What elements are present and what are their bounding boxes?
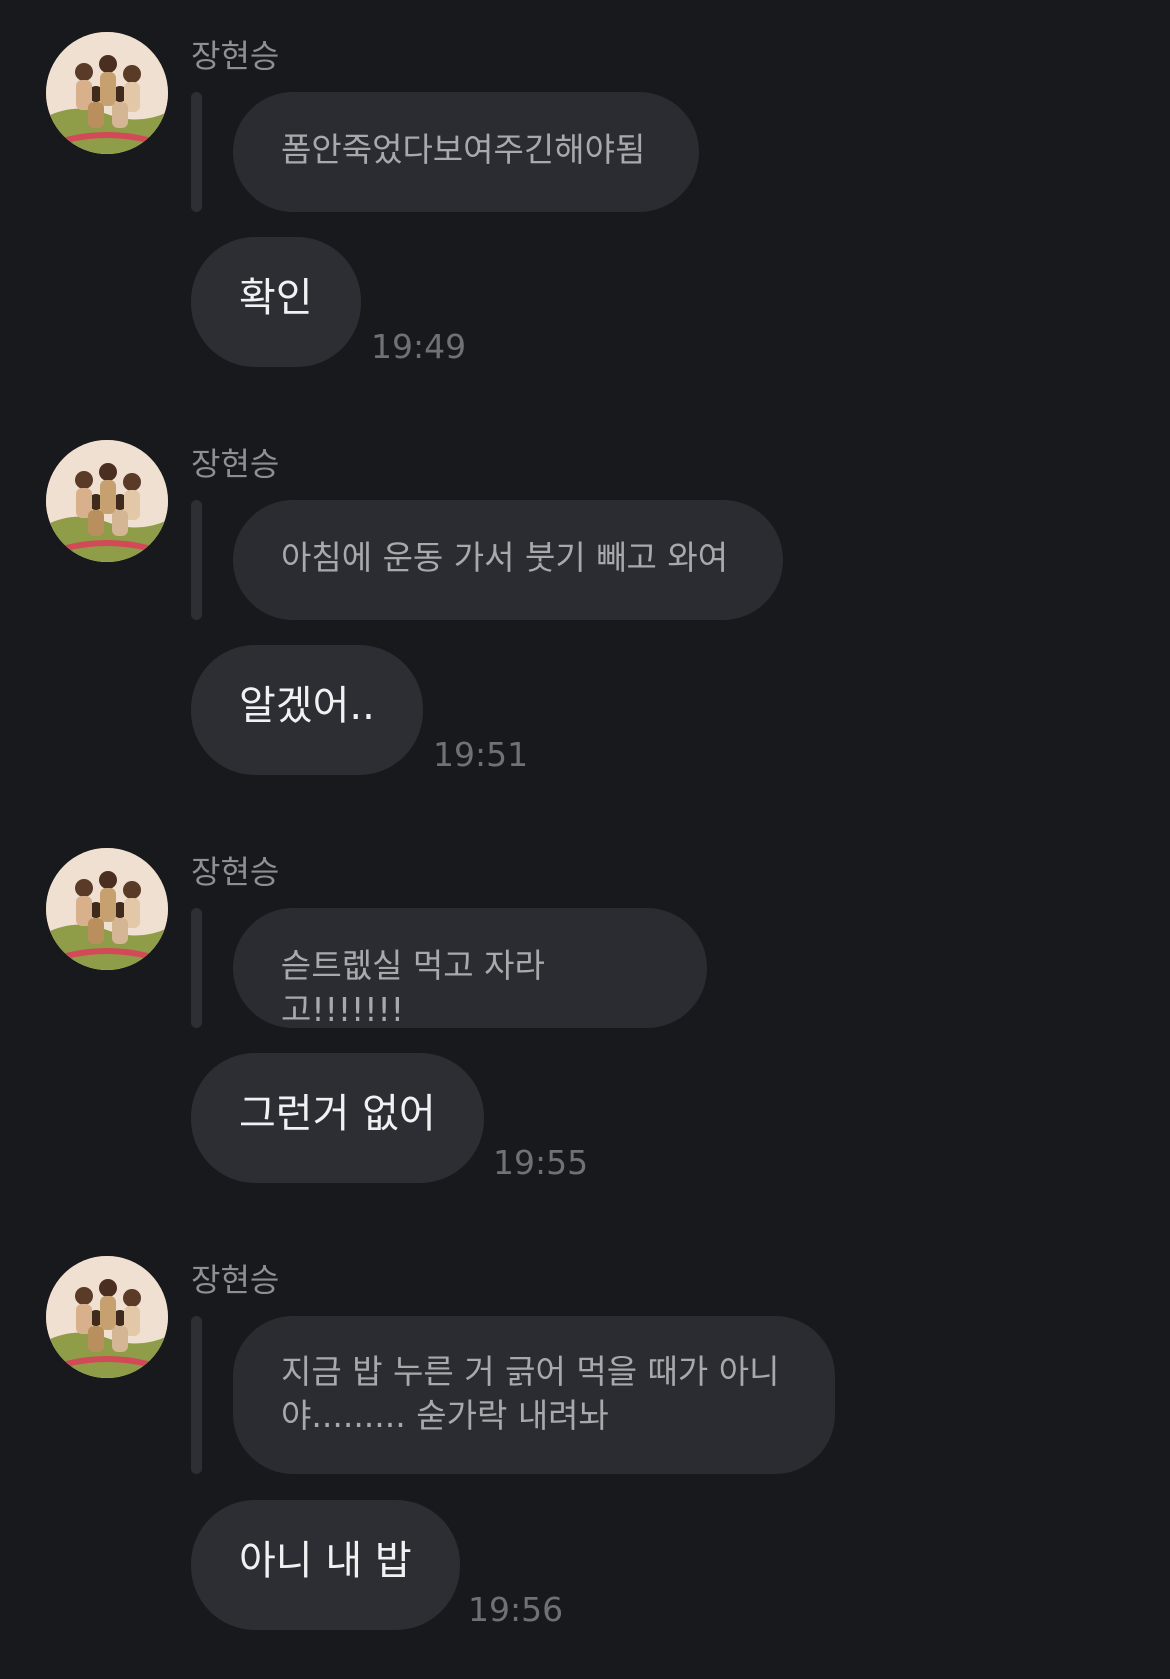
quoted-message[interactable]: 지금 밥 누른 거 긁어 먹을 때가 아니 야......... 숟가락 내려놔	[233, 1316, 835, 1474]
sender-avatar[interactable]	[46, 440, 168, 562]
message-time: 19:51	[433, 735, 529, 774]
sender-name: 장현승	[191, 445, 280, 483]
sender-name: 장현승	[191, 1261, 280, 1299]
message-time: 19:55	[493, 1143, 589, 1182]
sender-name: 장현승	[191, 853, 280, 891]
sender-avatar[interactable]	[46, 1256, 168, 1378]
message-bubble[interactable]: 알겠어..	[191, 645, 423, 775]
reply-indicator-bar	[191, 500, 202, 620]
quoted-message[interactable]: 폼안죽었다보여주긴해야됨	[233, 92, 699, 212]
message-bubble[interactable]: 그런거 없어	[191, 1053, 484, 1183]
sender-name: 장현승	[191, 37, 280, 75]
quoted-message-line-2: 야......... 숟가락 내려놔	[281, 1396, 609, 1435]
sender-avatar[interactable]	[46, 32, 168, 154]
quoted-message-line-1: 지금 밥 누른 거 긁어 먹을 때가 아니	[281, 1352, 780, 1391]
message-time: 19:56	[468, 1590, 564, 1629]
quoted-message[interactable]: 슫트렚실 먹고 자라고!!!!!!!	[233, 908, 707, 1029]
quoted-message[interactable]: 아침에 운동 가서 붓기 빼고 와여	[233, 500, 783, 620]
avatar-photo-icon	[46, 440, 168, 562]
reply-indicator-bar	[191, 92, 202, 212]
avatar-photo-icon	[46, 848, 168, 970]
reply-indicator-bar	[191, 908, 202, 1028]
message-time: 19:49	[371, 327, 467, 366]
message-bubble[interactable]: 확인	[191, 237, 361, 367]
avatar-photo-icon	[46, 32, 168, 154]
reply-indicator-bar	[191, 1316, 202, 1474]
avatar-photo-icon	[46, 1256, 168, 1378]
message-bubble[interactable]: 아니 내 밥	[191, 1500, 460, 1630]
sender-avatar[interactable]	[46, 848, 168, 970]
